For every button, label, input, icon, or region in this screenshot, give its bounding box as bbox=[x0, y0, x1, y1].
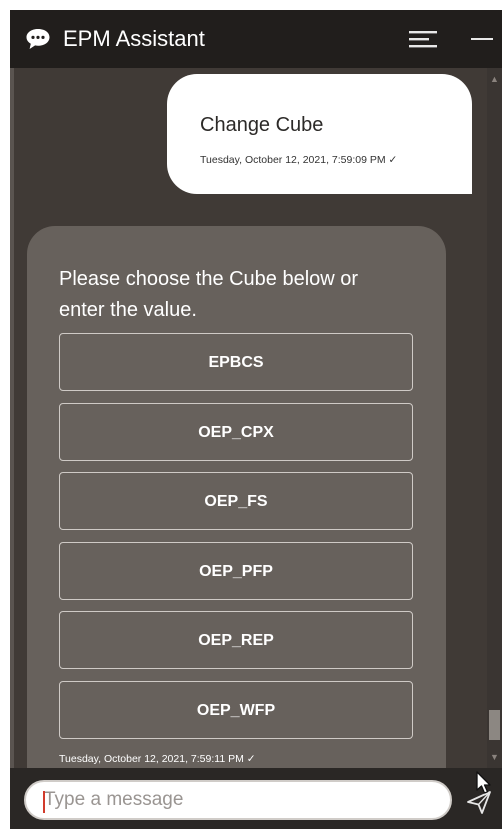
user-message-bubble: Change Cube Tuesday, October 12, 2021, 7… bbox=[167, 74, 472, 194]
hamburger-menu-icon[interactable] bbox=[409, 30, 439, 48]
left-edge bbox=[10, 68, 14, 768]
option-button-oep-wfp[interactable]: OEP_WFP bbox=[59, 680, 413, 739]
user-message-timestamp: Tuesday, October 12, 2021, 7:59:09 PM ✓ bbox=[200, 154, 398, 166]
scroll-down-icon[interactable]: ▼ bbox=[490, 752, 499, 762]
bot-message-timestamp: Tuesday, October 12, 2021, 7:59:11 PM ✓ bbox=[59, 753, 256, 765]
message-input-bar bbox=[10, 768, 502, 829]
header-title: EPM Assistant bbox=[63, 26, 205, 51]
chat-window: EPM Assistant ▲ ▼ Change Cube Tuesday, O… bbox=[10, 10, 502, 829]
bot-message-text: Please choose the Cube below or enter th… bbox=[59, 268, 359, 321]
bot-message-bubble: Please choose the Cube below or enter th… bbox=[27, 226, 446, 786]
text-caret bbox=[43, 791, 45, 813]
option-button-oep-fs[interactable]: OEP_FS bbox=[59, 472, 413, 530]
user-message-text: Change Cube bbox=[200, 114, 324, 136]
header: EPM Assistant bbox=[10, 10, 502, 68]
scrollbar[interactable]: ▲ ▼ bbox=[487, 68, 502, 768]
scroll-up-icon[interactable]: ▲ bbox=[490, 74, 499, 84]
option-button-oep-rep[interactable]: OEP_REP bbox=[59, 611, 413, 669]
minimize-icon[interactable] bbox=[471, 38, 493, 40]
scrollbar-thumb[interactable] bbox=[489, 710, 500, 740]
option-button-epbcs[interactable]: EPBCS bbox=[59, 333, 413, 391]
cube-options: EPBCS OEP_CPX OEP_FS OEP_PFP OEP_REP OEP… bbox=[59, 333, 413, 750]
message-input[interactable] bbox=[24, 780, 452, 820]
mouse-pointer-icon bbox=[476, 771, 491, 794]
option-button-oep-cpx[interactable]: OEP_CPX bbox=[59, 402, 413, 461]
chat-bubble-icon bbox=[26, 29, 50, 49]
option-button-oep-pfp[interactable]: OEP_PFP bbox=[59, 541, 413, 600]
